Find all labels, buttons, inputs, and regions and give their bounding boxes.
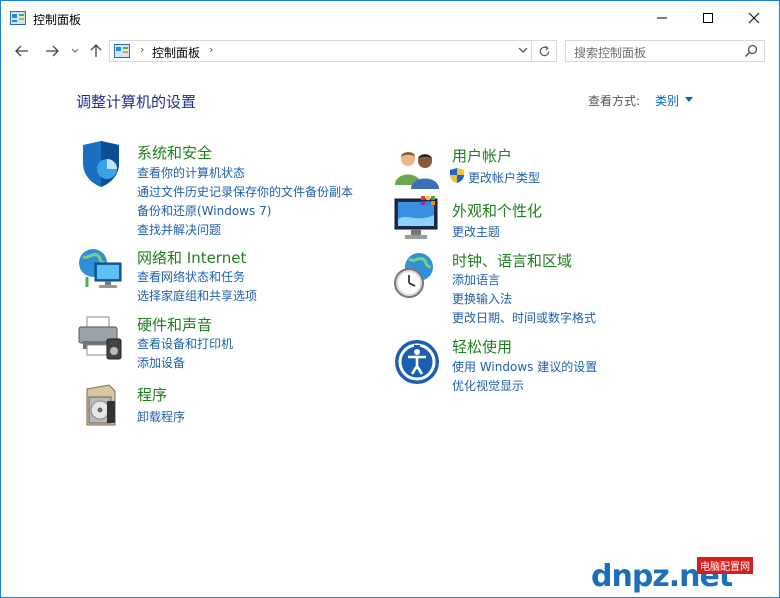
breadcrumb-chevron-icon[interactable]: › [140,43,144,56]
link-change-input-method[interactable]: 更换输入法 [452,290,512,307]
breadcrumb-control-panel[interactable]: 控制面板 [152,44,200,61]
link-add-language[interactable]: 添加语言 [452,271,500,288]
link-add-device[interactable]: 添加设备 [137,354,185,371]
maximize-button[interactable] [685,1,731,35]
control-panel-window: 控制面板 › 控制面板 › 搜索控制面板 调整计算机的设置 查看方式: 类别 系… [0,0,780,598]
link-backup-restore[interactable]: 备份和还原(Windows 7) [137,202,271,219]
uac-shield-icon [450,168,464,183]
category-clock-language-region[interactable]: 时钟、语言和区域 [452,250,572,271]
category-network-internet[interactable]: 网络和 Internet [137,247,246,268]
search-icon[interactable] [744,44,758,58]
page-heading: 调整计算机的设置 [76,93,197,111]
chevron-down-icon [71,48,79,53]
category-hardware-sound[interactable]: 硬件和声音 [137,314,212,335]
forward-button[interactable] [41,39,63,63]
arrow-up-icon [90,44,102,57]
site-watermark: dnpz.net 电脑配置网 [591,553,777,597]
control-panel-icon [114,44,130,58]
link-view-computer-status[interactable]: 查看你的计算机状态 [137,164,245,181]
link-devices-printers[interactable]: 查看设备和打印机 [137,335,233,352]
search-input[interactable]: 搜索控制面板 [574,44,646,61]
maximize-icon [703,13,713,23]
network-globe-icon[interactable] [77,245,125,293]
minimize-icon [657,17,667,19]
monitor-icon[interactable] [393,195,441,243]
breadcrumb-chevron-icon[interactable]: › [209,43,213,56]
users-icon[interactable] [393,145,441,193]
minimize-button[interactable] [639,1,685,35]
view-by-dropdown[interactable]: 类别 [655,92,679,109]
window-title: 控制面板 [33,13,82,27]
refresh-icon [539,45,549,56]
printer-icon[interactable] [77,313,125,361]
recent-locations-button[interactable] [69,39,81,63]
category-system-security[interactable]: 系统和安全 [137,142,212,163]
link-file-history-backup[interactable]: 通过文件历史记录保存你的文件备份副本 [137,183,353,200]
address-bar[interactable]: › 控制面板 › [109,40,557,62]
link-change-account-type[interactable]: 更改帐户类型 [468,169,540,186]
category-ease-of-access[interactable]: 轻松使用 [452,336,512,357]
chevron-down-icon[interactable] [518,45,528,55]
arrow-left-icon [15,45,28,57]
close-button[interactable] [731,1,777,35]
link-homegroup-sharing[interactable]: 选择家庭组和共享选项 [137,287,257,304]
ease-of-access-icon[interactable] [393,338,441,386]
category-user-accounts[interactable]: 用户帐户 [452,145,512,166]
shield-icon[interactable] [77,141,125,189]
control-panel-icon [10,11,26,25]
link-change-date-time-format[interactable]: 更改日期、时间或数字格式 [452,309,596,326]
category-programs[interactable]: 程序 [137,384,167,405]
programs-icon[interactable] [79,381,127,429]
refresh-button[interactable] [531,41,556,61]
link-windows-recommended-settings[interactable]: 使用 Windows 建议的设置 [452,358,597,375]
category-appearance-personalization[interactable]: 外观和个性化 [452,200,542,221]
search-box[interactable]: 搜索控制面板 [565,40,765,62]
title-bar[interactable]: 控制面板 [1,1,779,35]
triangle-down-icon[interactable] [685,97,693,102]
link-troubleshoot[interactable]: 查找并解决问题 [137,221,221,238]
link-optimize-visual-display[interactable]: 优化视觉显示 [452,377,524,394]
view-by-label: 查看方式: [588,94,641,108]
arrow-right-icon [46,45,59,57]
back-button[interactable] [11,39,33,63]
link-network-status[interactable]: 查看网络状态和任务 [137,268,245,285]
close-icon [748,12,760,24]
watermark-badge: 电脑配置网 [697,557,753,574]
link-change-theme[interactable]: 更改主题 [452,223,500,240]
up-button[interactable] [85,39,107,63]
link-uninstall-program[interactable]: 卸载程序 [137,408,185,425]
clock-globe-icon[interactable] [391,251,439,299]
